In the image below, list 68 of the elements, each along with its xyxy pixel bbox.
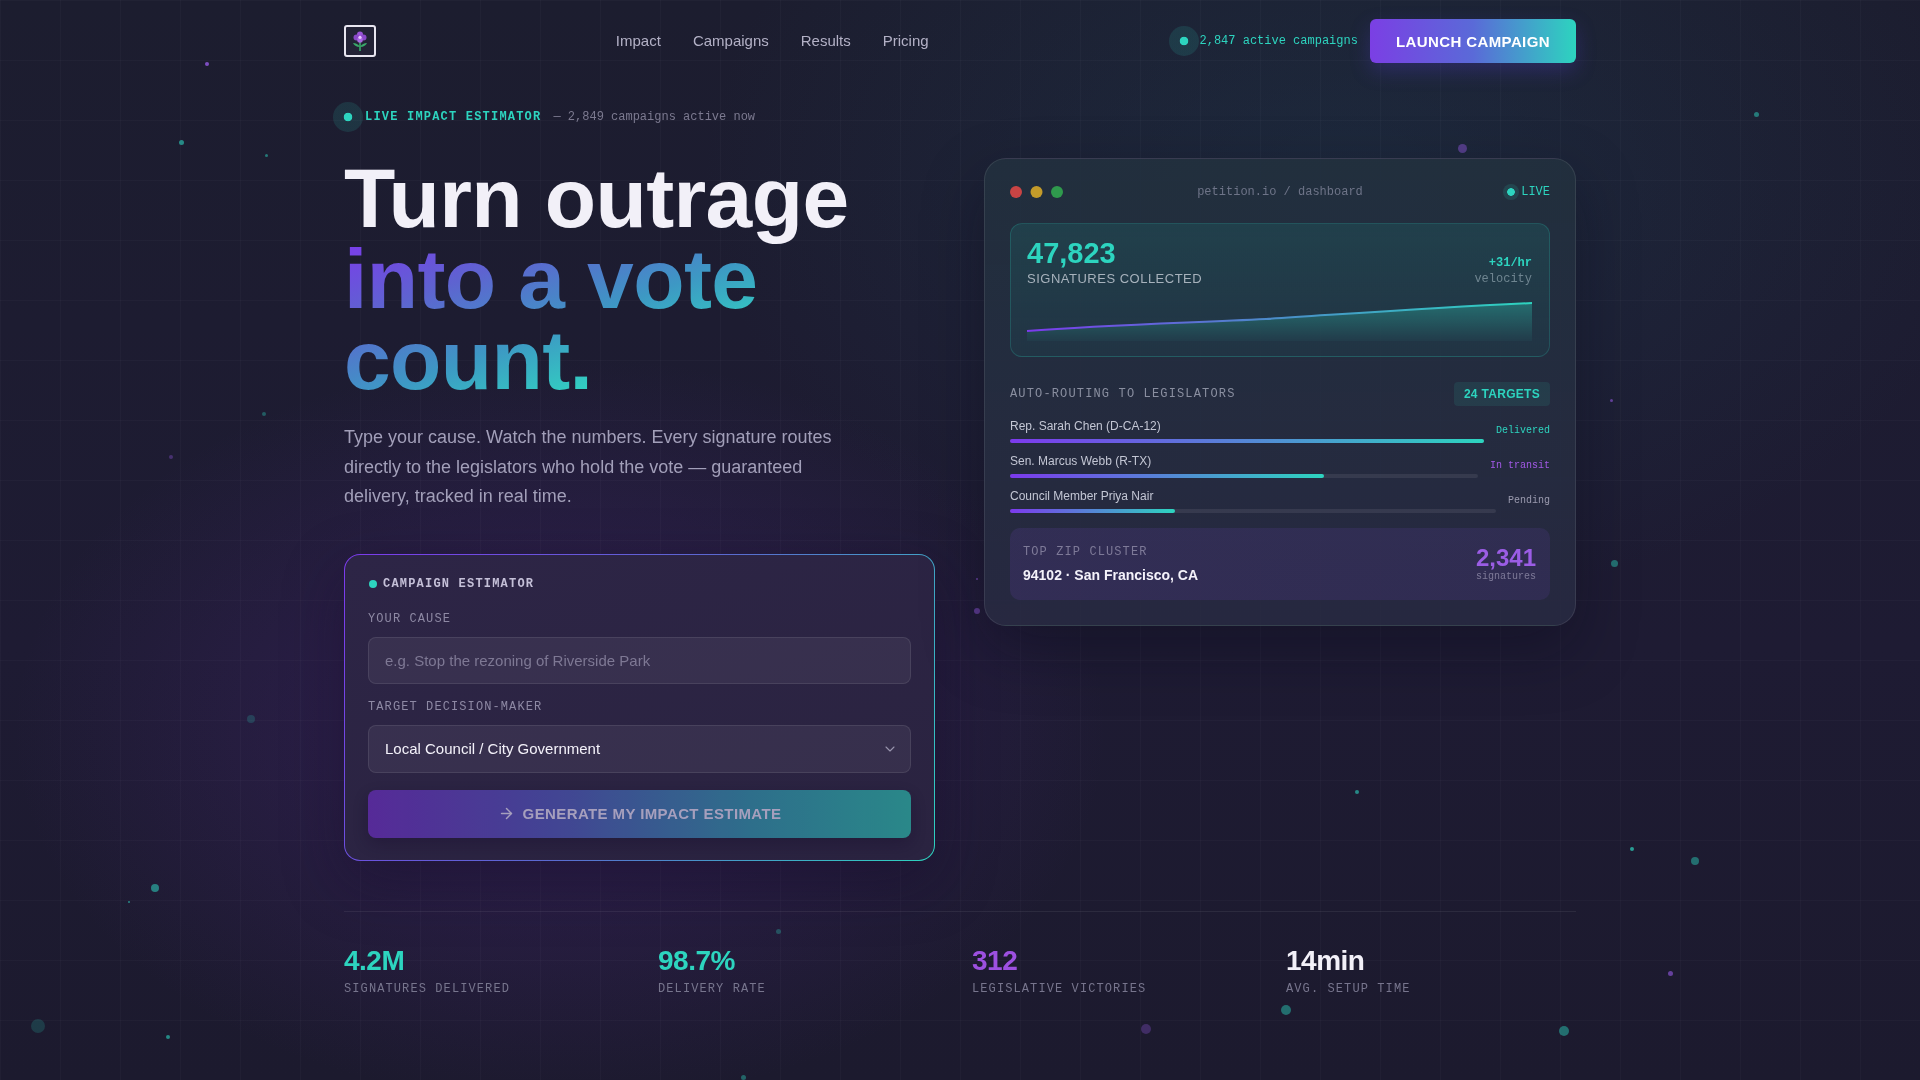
zip-signature-count: 2,341 [1475, 545, 1536, 571]
particle-dot-icon [1281, 1005, 1291, 1015]
field-label: YOUR CAUSE [368, 611, 452, 627]
particle-dot-icon [151, 884, 159, 892]
particle-dot-icon [1141, 1024, 1151, 1034]
legislator-name: Rep. Sarah Chen (D-CA-12) [1010, 418, 1162, 434]
stat-label: SIGNATURES DELIVERED [344, 981, 511, 997]
flower-logo-icon[interactable] [344, 25, 376, 57]
zip-signature-label: signatures [1476, 571, 1536, 583]
signature-label: SIGNATURES COLLECTED [1027, 271, 1203, 287]
delivery-status: Pending [1508, 495, 1550, 506]
particle-dot-icon [1667, 970, 1673, 976]
particle-dot-icon [178, 139, 184, 145]
dashboard-address: petition.io / dashboard [1197, 185, 1363, 199]
particle-dot-icon [740, 1074, 746, 1080]
particle-dot-icon [1457, 143, 1467, 153]
legislator-name: Sen. Marcus Webb (R-TX) [1010, 453, 1153, 469]
particle-dot-icon [775, 928, 781, 934]
nav-link[interactable]: Pricing [882, 32, 929, 50]
stat-value: 98.7% [658, 944, 735, 976]
particle-dot-icon [1753, 111, 1759, 117]
particle-dot-icon [1691, 857, 1699, 865]
particle-dot-icon [247, 715, 255, 723]
particle-dot-icon [1609, 398, 1613, 402]
status-dot-icon [369, 579, 377, 588]
nav-link[interactable]: Impact [615, 32, 661, 50]
stat-value: 312 [972, 944, 1018, 976]
zip-cluster-place: 94102 · San Francisco, CA [1023, 566, 1199, 584]
zip-cluster-label: TOP ZIP CLUSTER [1023, 544, 1149, 560]
hero-intro: Type your cause. Watch the numbers. Every signature routes directly to the legislators who hold the vote — guaranteed delivery, tracked in real time. [344, 426, 833, 508]
delivery-status: In transit [1490, 460, 1550, 471]
particle-dot-icon [31, 1019, 45, 1033]
stat-value: 14min [1286, 944, 1365, 976]
active-campaigns-count: 2,847 active campaigns [1199, 34, 1358, 48]
eyebrow-label: LIVE IMPACT ESTIMATOR [365, 110, 542, 124]
particle-dot-icon [974, 608, 980, 614]
particle-dot-icon [1630, 847, 1634, 851]
stat-label: LEGISLATIVE VICTORIES [972, 981, 1147, 997]
stat-value: 4.2M [344, 944, 405, 976]
stat-label: DELIVERY RATE [658, 981, 766, 997]
velocity-value: +31/hr [1488, 255, 1532, 271]
field-label: TARGET DECISION-MAKER [368, 699, 544, 715]
launch-campaign-button[interactable]: LAUNCH CAMPAIGN [1369, 19, 1576, 63]
nav-link[interactable]: Results [800, 32, 851, 50]
delivery-status: Delivered [1496, 425, 1550, 436]
nav-link[interactable]: Campaigns [692, 32, 769, 50]
status-dot-icon [1168, 26, 1199, 56]
live-dot-icon [1503, 184, 1520, 200]
legislator-name: Council Member Priya Nair [1010, 488, 1155, 504]
particle-dot-icon [166, 1035, 170, 1039]
routing-title: AUTO-ROUTING TO LEGISLATORS [1010, 387, 1236, 401]
particle-dot-icon [205, 62, 209, 66]
particle-dot-icon [169, 455, 173, 459]
live-dot-icon [333, 102, 363, 132]
decision-maker-select[interactable]: Local Council / City Government [368, 724, 911, 773]
window-controls-icon [1010, 186, 1063, 198]
particle-dot-icon [1610, 559, 1618, 567]
targets-badge: 24 TARGETS [1453, 382, 1550, 406]
velocity-label: velocity [1474, 271, 1532, 287]
particle-dot-icon [1559, 1026, 1569, 1036]
particle-dot-icon [262, 412, 266, 416]
live-indicator: LIVE [1521, 185, 1550, 199]
particle-dot-icon [264, 153, 268, 157]
particle-dot-icon [1355, 790, 1359, 794]
card-title: CAMPAIGN ESTIMATOR [383, 576, 535, 591]
stat-label: AVG. SETUP TIME [1286, 981, 1411, 997]
eyebrow-note: — 2,849 campaigns active now [553, 110, 756, 124]
signature-count: 47,823 [1027, 238, 1117, 269]
